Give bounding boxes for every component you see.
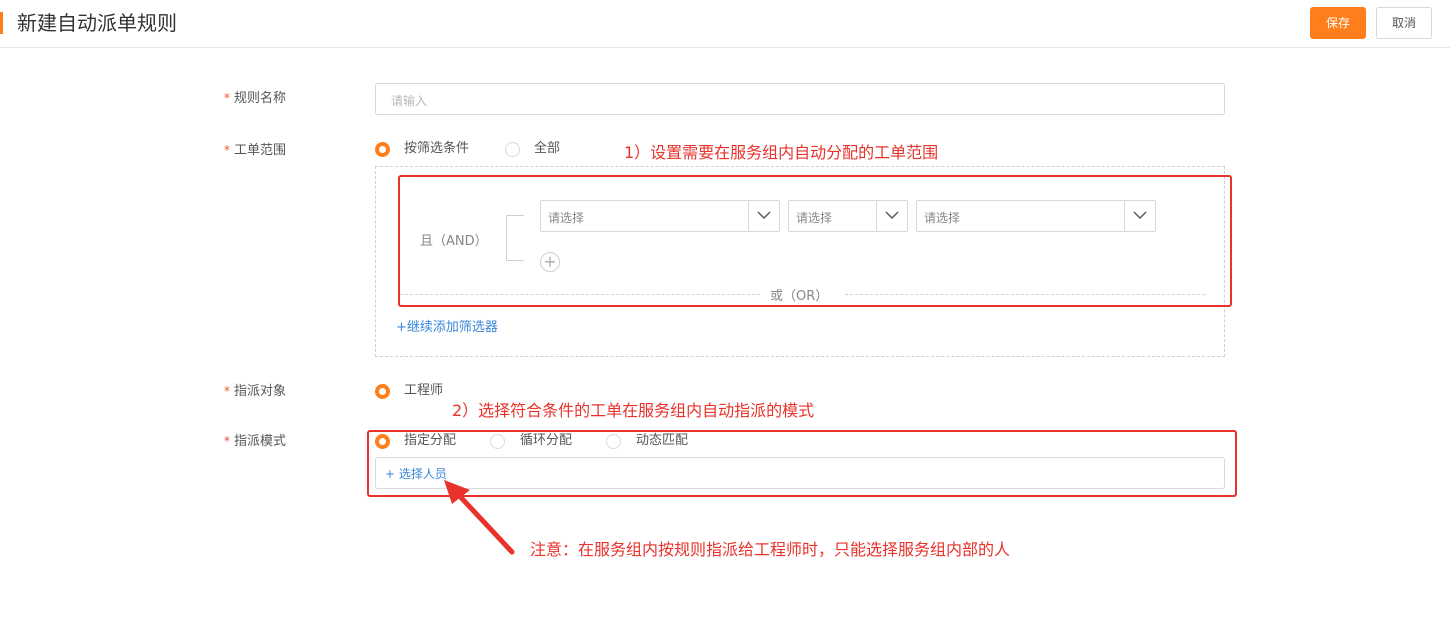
target-option-engineer[interactable]: 工程师 bbox=[404, 382, 443, 400]
annotation-arrow-icon bbox=[444, 480, 515, 555]
required-mark: * bbox=[224, 143, 230, 157]
required-mark: * bbox=[224, 384, 230, 398]
scope-radio-filter[interactable] bbox=[375, 142, 390, 157]
scope-label-text: 工单范围 bbox=[234, 143, 287, 158]
mode-label: * 指派模式 bbox=[224, 432, 286, 451]
scope-option-filter[interactable]: 按筛选条件 bbox=[404, 140, 469, 158]
scope-radio-all[interactable] bbox=[505, 142, 520, 157]
add-filter-link[interactable]: +继续添加筛选器 bbox=[396, 316, 498, 335]
annotation-box-scope bbox=[398, 175, 1232, 307]
rule-name-placeholder: 请输入 bbox=[391, 94, 428, 108]
scope-label: * 工单范围 bbox=[224, 141, 286, 160]
annotation-note: 注意：在服务组内按规则指派给工程师时，只能选择服务组内部的人 bbox=[530, 540, 1011, 559]
target-label-text: 指派对象 bbox=[234, 384, 287, 399]
target-radio-engineer[interactable] bbox=[375, 384, 390, 399]
required-mark: * bbox=[224, 91, 230, 105]
annotation-scope: 1）设置需要在服务组内自动分配的工单范围 bbox=[624, 143, 939, 162]
cancel-button[interactable]: 取消 bbox=[1376, 7, 1432, 39]
target-label: * 指派对象 bbox=[224, 382, 286, 401]
save-button[interactable]: 保存 bbox=[1310, 7, 1366, 39]
rule-name-input[interactable]: 请输入 bbox=[375, 83, 1225, 115]
scope-option-all[interactable]: 全部 bbox=[534, 140, 560, 158]
title-accent-bar bbox=[0, 12, 3, 34]
rule-name-label-text: 规则名称 bbox=[234, 91, 287, 106]
page-header: 新建自动派单规则 保存 取消 bbox=[0, 0, 1450, 48]
annotation-mode: 2）选择符合条件的工单在服务组内自动指派的模式 bbox=[452, 401, 815, 420]
mode-label-text: 指派模式 bbox=[234, 434, 287, 449]
required-mark: * bbox=[224, 434, 230, 448]
page-title: 新建自动派单规则 bbox=[17, 11, 177, 35]
rule-name-label: * 规则名称 bbox=[224, 89, 286, 108]
